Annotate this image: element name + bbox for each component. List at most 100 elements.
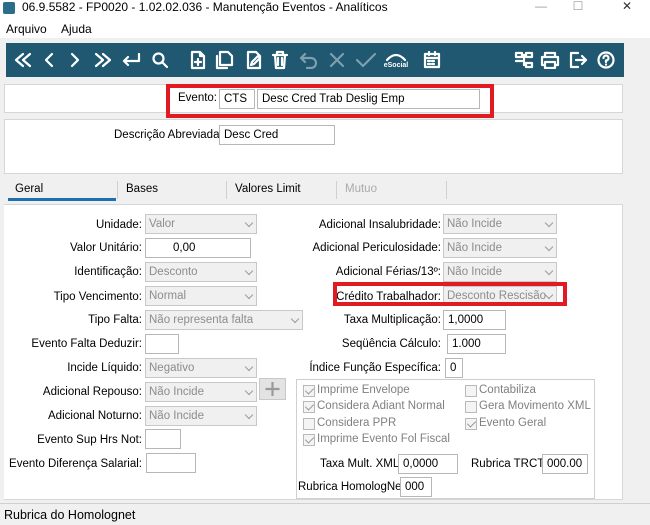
unidade-select[interactable]: Valor xyxy=(145,214,257,234)
confirm-button[interactable] xyxy=(352,43,380,77)
contabiliza-label: Contabiliza xyxy=(479,384,536,396)
descricao-abreviada-field[interactable]: Desc Cred xyxy=(219,125,335,145)
close-button[interactable]: ✕ xyxy=(617,0,637,14)
copy-button[interactable] xyxy=(212,43,236,77)
evento-highlight xyxy=(166,84,494,118)
chevron-down-icon xyxy=(544,242,554,252)
edit-document-icon xyxy=(246,50,262,70)
help-button[interactable] xyxy=(594,43,618,77)
minimize-button[interactable]: — xyxy=(531,0,551,14)
structure-button[interactable] xyxy=(512,43,536,77)
calendar-button[interactable] xyxy=(420,43,444,77)
gera-movimento-xml-label: Gera Movimento XML xyxy=(479,400,591,412)
evento-sup-hrs-not-field[interactable] xyxy=(145,429,181,449)
tab-geral-underline xyxy=(8,198,116,201)
chevron-left-icon xyxy=(44,52,54,68)
rubrica-homolognet-label: Rubrica HomologNet: xyxy=(298,481,408,493)
toolbar: eSocial xyxy=(6,43,624,77)
evento-falta-deduzir-field[interactable] xyxy=(145,334,179,354)
tipo-vencimento-value: Normal xyxy=(149,290,187,302)
adicional-noturno-value: Não Incide xyxy=(149,410,204,422)
undo-button[interactable] xyxy=(296,43,322,77)
last-record-button[interactable] xyxy=(90,43,116,77)
incide-liquido-select[interactable]: Negativo xyxy=(145,358,257,378)
edit-button[interactable] xyxy=(242,43,266,77)
imprime-evento-fol-fiscal-label: Imprime Evento Fol Fiscal xyxy=(317,433,450,445)
tipo-falta-select[interactable]: Não representa falta xyxy=(145,310,303,330)
taxa-multiplicacao-field[interactable]: 1,0000 xyxy=(443,310,506,330)
adicional-ferias-select[interactable]: Não Incide xyxy=(443,262,557,282)
valor-unitario-field[interactable]: 0,00 xyxy=(145,238,251,258)
incide-liquido-label: Incide Líquido: xyxy=(67,362,142,374)
tab-separator xyxy=(336,181,337,199)
gera-movimento-xml-checkbox[interactable] xyxy=(465,401,477,413)
printer-icon xyxy=(540,51,560,69)
indice-funcao-especifica-field[interactable]: 0 xyxy=(445,358,463,378)
add-button[interactable] xyxy=(259,378,286,400)
new-document-icon xyxy=(190,50,206,70)
incide-liquido-value: Negativo xyxy=(149,362,195,374)
first-record-button[interactable] xyxy=(10,43,36,77)
taxa-multiplicacao-label: Taxa Multiplicação: xyxy=(343,314,441,326)
adicional-periculosidade-select[interactable]: Não Incide xyxy=(443,238,557,258)
hierarchy-icon xyxy=(514,51,534,69)
considera-ppr-checkbox[interactable] xyxy=(303,418,315,430)
exit-button[interactable] xyxy=(566,43,590,77)
exit-icon xyxy=(569,51,588,69)
tab-mutuo[interactable]: Mutuo xyxy=(345,183,377,195)
adicional-insalubridade-select[interactable]: Não Incide xyxy=(443,214,557,234)
considera-adiant-normal-label: Considera Adiant Normal xyxy=(317,400,445,412)
evento-diferenca-salarial-field[interactable] xyxy=(146,453,196,473)
valor-unitario-label: Valor Unitário: xyxy=(69,242,142,254)
imprime-envelope-checkbox[interactable] xyxy=(303,385,315,397)
chevron-down-icon xyxy=(244,266,254,276)
search-button[interactable] xyxy=(148,43,172,77)
chevron-down-icon xyxy=(290,314,300,324)
identificacao-select[interactable]: Desconto xyxy=(145,262,257,282)
adicional-repouso-value: Não Incide xyxy=(149,386,204,398)
esocial-label: eSocial xyxy=(383,62,409,69)
tab-separator xyxy=(226,181,227,199)
chevron-down-icon xyxy=(244,290,254,300)
evento-geral-label: Evento Geral xyxy=(479,417,547,429)
rubrica-homolognet-field[interactable]: 000 xyxy=(400,477,432,497)
previous-record-button[interactable] xyxy=(38,43,60,77)
adicional-repouso-select[interactable]: Não Incide xyxy=(145,382,257,402)
imprime-evento-fol-fiscal-checkbox[interactable] xyxy=(303,434,315,446)
print-button[interactable] xyxy=(538,43,562,77)
considera-adiant-normal-checkbox[interactable] xyxy=(303,401,315,413)
esocial-button[interactable]: eSocial xyxy=(380,43,412,77)
enter-icon xyxy=(122,52,141,67)
esocial-icon xyxy=(385,53,407,62)
identificacao-label: Identificação: xyxy=(74,266,142,278)
adicional-ferias-value: Não Incide xyxy=(447,266,502,278)
double-chevron-right-icon xyxy=(94,52,112,68)
delete-button[interactable] xyxy=(268,43,292,77)
cancel-button[interactable] xyxy=(324,43,350,77)
evento-falta-deduzir-label: Evento Falta Deduzir: xyxy=(31,338,142,350)
new-button[interactable] xyxy=(186,43,210,77)
tab-valores-limit[interactable]: Valores Limit xyxy=(235,183,301,195)
chevron-down-icon xyxy=(244,218,254,228)
next-record-button[interactable] xyxy=(64,43,86,77)
tab-separator xyxy=(446,181,447,199)
menu-ajuda[interactable]: Ajuda xyxy=(61,22,92,36)
adicional-noturno-select[interactable]: Não Incide xyxy=(145,406,257,426)
contabiliza-checkbox[interactable] xyxy=(465,385,477,397)
adicional-periculosidade-value: Não Incide xyxy=(447,242,502,254)
taxa-mult-xml-field[interactable]: 0,0000 xyxy=(398,454,458,474)
menu-arquivo[interactable]: Arquivo xyxy=(6,22,47,36)
maximize-button[interactable]: ☐ xyxy=(568,0,588,14)
tab-bases[interactable]: Bases xyxy=(126,183,158,195)
tab-geral[interactable]: Geral xyxy=(15,183,43,195)
enter-button[interactable] xyxy=(118,43,144,77)
considera-ppr-label: Considera PPR xyxy=(317,417,397,429)
sequencia-calculo-field[interactable]: 1.000 xyxy=(447,334,506,354)
tipo-vencimento-select[interactable]: Normal xyxy=(145,286,257,306)
adicional-ferias-label: Adicional Férias/13º: xyxy=(335,266,441,278)
evento-geral-checkbox[interactable] xyxy=(465,418,477,430)
chevron-down-icon xyxy=(544,218,554,228)
chevron-down-icon xyxy=(244,362,254,372)
rubrica-trct-field[interactable]: 000.00 xyxy=(542,454,588,474)
identificacao-value: Desconto xyxy=(149,266,198,278)
